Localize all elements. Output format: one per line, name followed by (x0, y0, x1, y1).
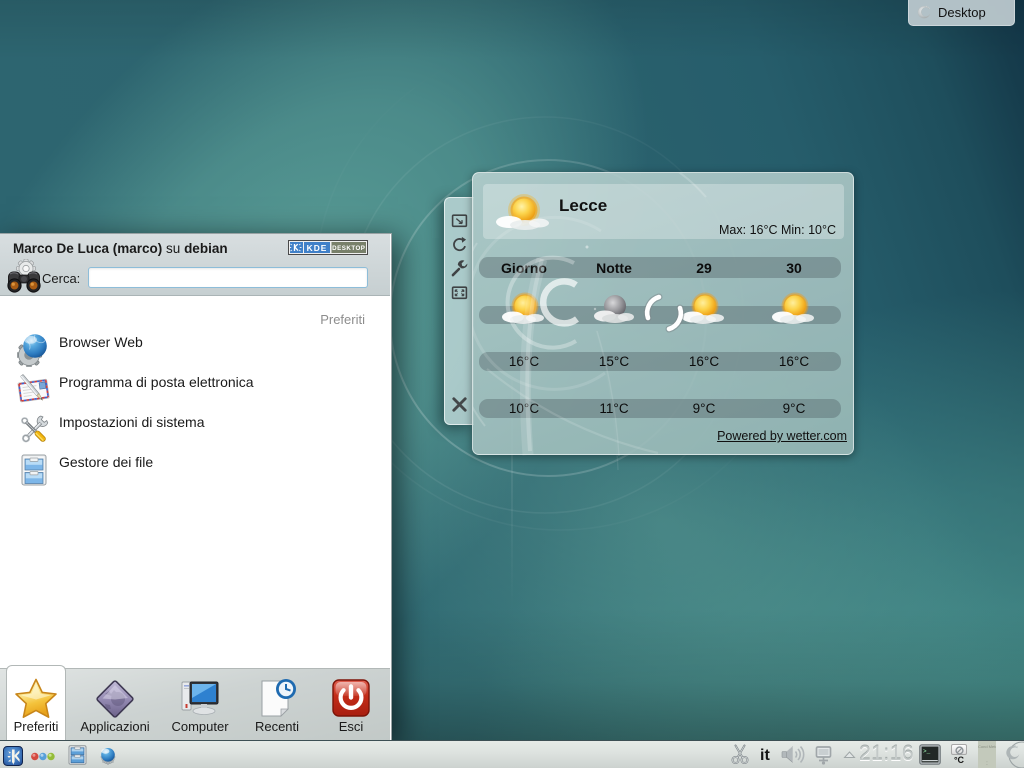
svg-text:DESKTOP: DESKTOP (332, 245, 365, 252)
svg-text:>_: >_ (923, 748, 931, 755)
svg-text:KDE: KDE (307, 243, 328, 253)
